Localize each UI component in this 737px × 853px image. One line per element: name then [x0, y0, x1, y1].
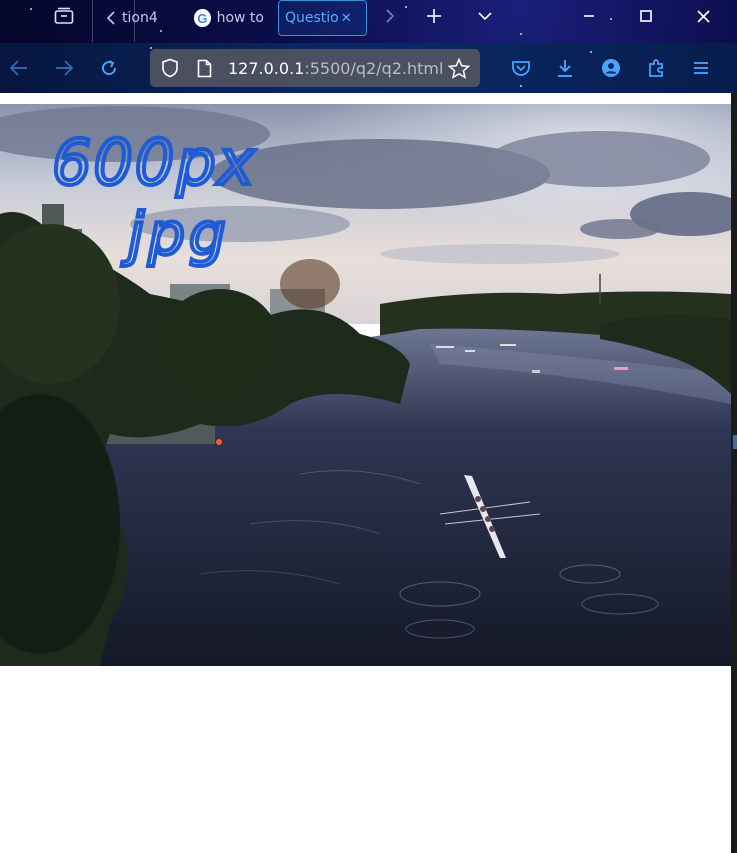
tab-label: tion4 — [122, 10, 158, 26]
handwritten-annotation: 600px jpg — [50, 124, 256, 270]
tab-label: how to — [216, 10, 264, 26]
tab-bar: tion4 G how to Questio ✕ — [0, 0, 737, 43]
background-star — [30, 8, 32, 10]
account-icon — [602, 59, 620, 77]
annotation-line-1: 600px — [52, 126, 256, 199]
tab-separator — [92, 0, 93, 42]
background-star — [590, 51, 592, 53]
close-icon[interactable]: ✕ — [341, 11, 352, 26]
address-bar[interactable]: 127.0.0.1:5500/q2/q2.html — [150, 49, 480, 87]
app-menu-button[interactable] — [685, 52, 717, 84]
background-star — [520, 33, 522, 35]
tab-separator — [134, 0, 135, 42]
download-icon — [558, 60, 572, 77]
tab-overview-icon — [54, 7, 74, 24]
chevron-left-icon — [106, 11, 115, 25]
tab-active-question[interactable]: Questio ✕ — [278, 0, 367, 36]
account-button[interactable] — [595, 52, 627, 84]
tab-previous[interactable]: tion4 — [104, 0, 168, 36]
forward-button[interactable] — [48, 52, 80, 84]
tab-scroll-right-button[interactable] — [376, 0, 404, 32]
background-star — [405, 6, 407, 8]
list-all-tabs-button[interactable] — [471, 0, 499, 32]
back-button[interactable] — [3, 52, 35, 84]
reload-button[interactable] — [93, 52, 125, 84]
scrollbar-thumb[interactable] — [733, 435, 737, 449]
shield-icon[interactable] — [161, 58, 179, 78]
new-tab-icon — [427, 9, 441, 23]
background-star — [520, 85, 522, 87]
url-path: :5500/q2/q2.html — [304, 59, 444, 78]
pocket-button[interactable] — [505, 52, 537, 84]
extensions-icon — [649, 59, 663, 77]
tab-google-search[interactable]: G how to — [194, 0, 264, 36]
river-rowing-photo: 600px jpg — [0, 104, 731, 666]
navigation-toolbar: 127.0.0.1:5500/q2/q2.html — [0, 43, 737, 93]
extensions-button[interactable] — [640, 52, 672, 84]
window-close-icon — [696, 9, 710, 23]
star-icon[interactable] — [448, 58, 470, 79]
downloads-button[interactable] — [549, 52, 581, 84]
list-tabs-icon — [478, 12, 492, 21]
url-text[interactable]: 127.0.0.1:5500/q2/q2.html — [228, 59, 443, 78]
minimize-icon — [584, 15, 594, 17]
minimize-button[interactable] — [561, 0, 617, 32]
menu-icon — [694, 62, 708, 74]
url-host: 127.0.0.1 — [228, 59, 305, 78]
page-icon[interactable] — [197, 59, 212, 78]
new-tab-button[interactable] — [420, 0, 448, 32]
tab-overview-button[interactable] — [46, 0, 82, 32]
window-close-button[interactable] — [675, 0, 731, 32]
annotation-line-2: jpg — [121, 200, 230, 268]
maximize-button[interactable] — [618, 0, 674, 32]
tab-label: Questio — [285, 10, 339, 26]
page-content: 600px jpg — [0, 93, 731, 853]
window-edge — [731, 93, 737, 853]
reload-icon — [102, 60, 116, 75]
maximize-icon — [640, 10, 652, 22]
pocket-icon — [512, 61, 530, 76]
forward-icon — [56, 60, 74, 76]
back-icon — [9, 60, 27, 76]
chevron-right-icon — [386, 9, 395, 23]
google-icon: G — [194, 9, 211, 27]
